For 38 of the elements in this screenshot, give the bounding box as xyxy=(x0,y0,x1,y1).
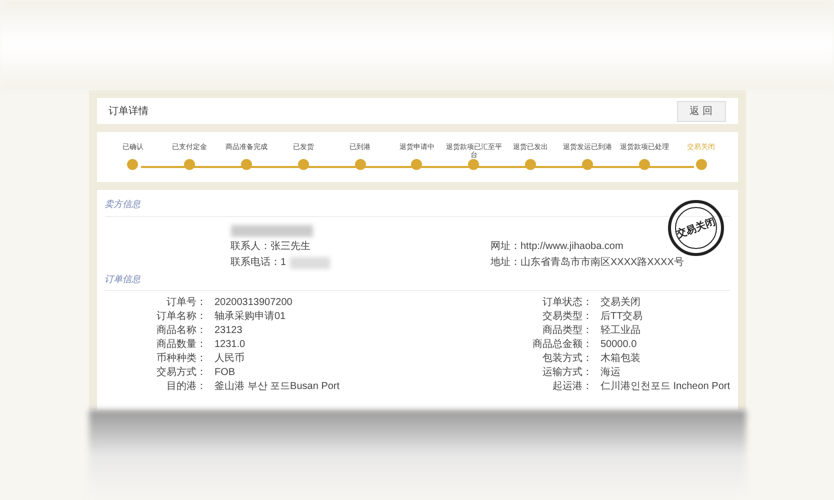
field-value: 50000.0 xyxy=(600,339,638,350)
contact-text: 联系人：张三先生 xyxy=(230,240,312,252)
field-label: 商品总金额： xyxy=(532,339,594,350)
field-label: 订单号： xyxy=(166,297,208,308)
field-value: 后TT交易 xyxy=(600,311,644,322)
field-value: 人民币 xyxy=(214,353,246,364)
field-value: 仁川港인천포드 Incheon Port xyxy=(600,381,730,392)
field-label: 商品数量： xyxy=(156,339,208,350)
field-value: 交易关闭 xyxy=(600,297,642,308)
field-label: 商品名称： xyxy=(156,325,208,336)
field-label: 交易方式： xyxy=(156,367,208,378)
blurred-phone-number xyxy=(290,256,330,268)
field-label: 订单名称： xyxy=(156,311,208,322)
field-label: 交易类型： xyxy=(542,311,594,322)
field-label: 商品类型： xyxy=(542,325,594,336)
field-value: FOB xyxy=(214,367,236,378)
field-value: 23123 xyxy=(214,325,244,336)
field-value: 海运 xyxy=(600,367,622,378)
field-value: 20200313907200 xyxy=(214,297,294,308)
address-text: 地址：山东省青岛市市南区XXXX路XXXX号 xyxy=(490,256,684,268)
field-label: 目的港： xyxy=(166,381,208,392)
section-heading: 订单信息 xyxy=(104,272,730,291)
field-value: 1231.0 xyxy=(214,339,246,350)
section-heading: 卖方信息 xyxy=(104,198,730,216)
field-label: 起运港： xyxy=(552,381,594,392)
website-text: 网址：http://www.jihaoba.com xyxy=(490,240,624,252)
field-value: 轴承采购申请01 xyxy=(214,311,287,322)
field-label: 包装方式： xyxy=(542,353,594,364)
field-label: 订单状态： xyxy=(542,297,594,308)
field-value: 轻工业品 xyxy=(600,325,642,336)
back-button[interactable]: 返 回 xyxy=(676,100,726,122)
field-label: 运输方式： xyxy=(542,367,594,378)
phone-text: 联系电话：1 xyxy=(230,256,286,268)
dialog-title: 订单详情 xyxy=(108,104,148,118)
field-value: 木箱包装 xyxy=(600,353,642,364)
stamp-text: 交易关闭 xyxy=(674,215,717,242)
field-value: 釜山港 부산 포드Busan Port xyxy=(214,381,341,392)
field-label: 币种种类： xyxy=(156,353,208,364)
